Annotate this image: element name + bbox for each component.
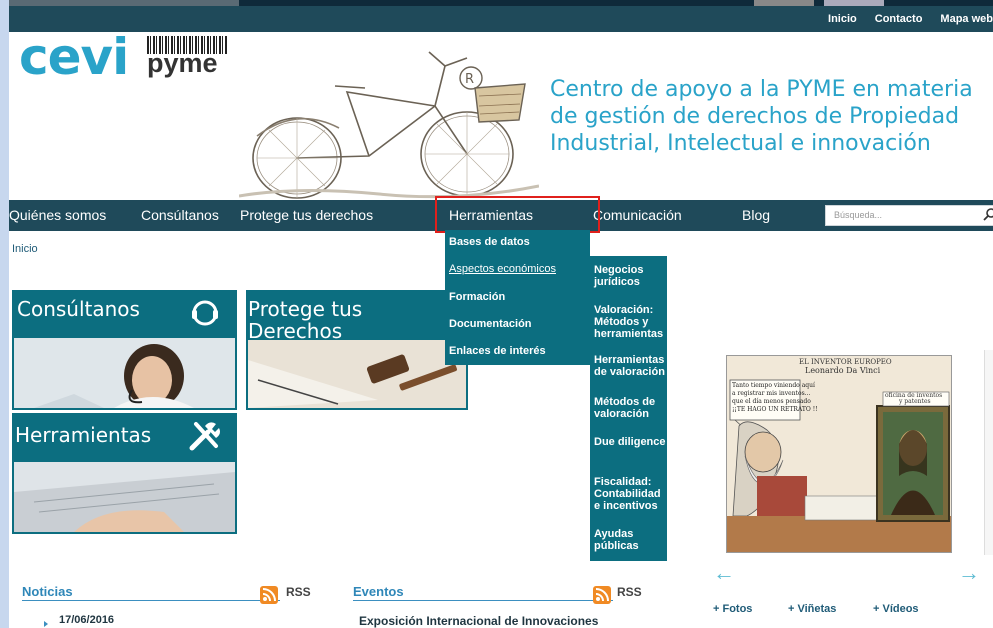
- search-placeholder: Búsqueda...: [834, 210, 883, 220]
- submenu-metodos-valoracion[interactable]: Métodos de valoración: [594, 396, 666, 420]
- cartoon-bubble-line3: que el día menos pensado: [732, 398, 811, 405]
- logo-cevi[interactable]: cevi: [19, 28, 129, 86]
- cartoon-bubble-line4: ¡¡TE HAGO UN RETRATO !!: [732, 406, 818, 413]
- rss-icon[interactable]: [593, 586, 611, 604]
- dropdown-enlaces-de-interes[interactable]: Enlaces de interés: [449, 345, 546, 357]
- dropdown-bases-de-datos[interactable]: Bases de datos: [449, 236, 530, 248]
- tile-consultanos[interactable]: Consúltanos: [12, 290, 237, 410]
- browser-left-strip: [0, 0, 9, 628]
- submenu-negocios-juridicos[interactable]: Negocios jurídicos: [594, 264, 666, 288]
- site-header: cevi pyme R Centro de apoyo a la PYME en…: [9, 28, 993, 200]
- herramientas-dropdown: Bases de datos Aspectos económicos Forma…: [445, 230, 590, 365]
- herramientas-highlight-box: [435, 196, 600, 233]
- nav-blog[interactable]: Blog: [742, 200, 770, 231]
- nav-comunicacion[interactable]: Comunicación: [593, 200, 682, 231]
- headset-icon: [192, 300, 218, 326]
- cartoon-title-line1: EL INVENTOR EUROPEO: [799, 358, 892, 366]
- submenu-ayudas-publicas[interactable]: Ayudas públicas: [594, 528, 666, 552]
- top-link-contacto[interactable]: Contacto: [875, 13, 923, 25]
- next-slide-peek: [984, 350, 993, 555]
- dropdown-formacion[interactable]: Formación: [449, 291, 505, 303]
- tile-protege-line1: Protege tus: [248, 297, 363, 321]
- page: Inicio Contacto Mapa web cevi pyme R Cen…: [0, 0, 993, 628]
- eventos-heading: Eventos: [353, 584, 404, 599]
- breadcrumb[interactable]: Inicio: [12, 243, 38, 255]
- tile-protege-photo: [248, 340, 466, 408]
- media-link-fotos[interactable]: + Fotos: [713, 603, 752, 615]
- rss-icon[interactable]: [260, 586, 278, 604]
- tools-icon: [189, 422, 220, 451]
- eventos-rss-link[interactable]: RSS: [617, 585, 642, 599]
- tile-consultanos-title: Consúltanos: [17, 297, 140, 321]
- tile-herramientas-title: Herramientas: [15, 423, 152, 447]
- tile-herramientas[interactable]: Herramientas: [12, 413, 237, 534]
- submenu-due-diligence[interactable]: Due diligence: [594, 436, 666, 448]
- tile-protege-title: Protege tus Derechos: [248, 298, 362, 342]
- site-tagline: Centro de apoyo a la PYME en materia de …: [550, 77, 973, 156]
- media-link-videos[interactable]: + Vídeos: [873, 603, 919, 615]
- dropdown-documentacion[interactable]: Documentación: [449, 318, 532, 330]
- tile-protege-line2: Derechos: [248, 319, 343, 343]
- svg-text:R: R: [465, 72, 474, 87]
- top-bar: Inicio Contacto Mapa web: [9, 6, 993, 32]
- carousel-next-arrow-icon[interactable]: →: [958, 560, 980, 586]
- cartoon-bubble-line2: a registrar mis inventos...: [732, 390, 811, 397]
- eventos-rule: [353, 600, 613, 601]
- tile-herramientas-photo: [14, 462, 235, 532]
- media-link-vinetas[interactable]: + Viñetas: [788, 603, 836, 615]
- logo-pyme[interactable]: pyme: [147, 48, 218, 79]
- submenu-valoracion-metodos[interactable]: Valoración: Métodos y herramientas: [594, 304, 666, 340]
- news-date: 17/06/2016: [59, 614, 115, 626]
- noticias-rss-link[interactable]: RSS: [286, 585, 311, 599]
- tile-protege-derechos[interactable]: Protege tus Derechos: [246, 290, 468, 410]
- submenu-fiscalidad[interactable]: Fiscalidad: Contabilidad e incentivos: [594, 476, 666, 512]
- bicycle-illustration: R: [239, 51, 539, 199]
- nav-quienes-somos[interactable]: Quiénes somos: [9, 200, 106, 231]
- nav-consultanos[interactable]: Consúltanos: [141, 200, 219, 231]
- top-links: Inicio Contacto Mapa web: [828, 6, 993, 32]
- top-link-mapa-web[interactable]: Mapa web: [940, 13, 993, 25]
- search-input[interactable]: Búsqueda...: [825, 205, 993, 226]
- cartoon-image[interactable]: EL INVENTOR EUROPEO Leonardo Da Vinci Ta…: [726, 355, 952, 553]
- noticias-heading: Noticias: [22, 584, 73, 599]
- cartoon-title-line2: Leonardo Da Vinci: [805, 366, 881, 375]
- dropdown-aspectos-economicos[interactable]: Aspectos económicos: [449, 263, 556, 275]
- search-icon[interactable]: [982, 207, 993, 223]
- top-link-inicio[interactable]: Inicio: [828, 13, 857, 25]
- news-bullet-icon: [44, 621, 48, 627]
- event-item[interactable]: Exposición Internacional de Innovaciones: [359, 614, 598, 628]
- cartoon-speech-bubble: Tanto tiempo viniendo aquí a registrar m…: [732, 382, 818, 414]
- nav-protege-derechos[interactable]: Protege tus derechos: [240, 200, 373, 231]
- tile-consultanos-photo: [14, 338, 235, 408]
- carousel-prev-arrow-icon[interactable]: ←: [713, 560, 735, 586]
- submenu-herramientas-valoracion[interactable]: Herramientas de valoración: [594, 354, 666, 378]
- noticias-rule: [22, 600, 280, 601]
- cartoon-sign-line2: y patentes: [899, 398, 931, 405]
- aspectos-economicos-submenu: Negocios jurídicos Valoración: Métodos y…: [590, 256, 667, 561]
- cartoon-bubble-line1: Tanto tiempo viniendo aquí: [732, 382, 815, 389]
- cartoon-sign: oficina de inventos y patentes: [885, 393, 942, 405]
